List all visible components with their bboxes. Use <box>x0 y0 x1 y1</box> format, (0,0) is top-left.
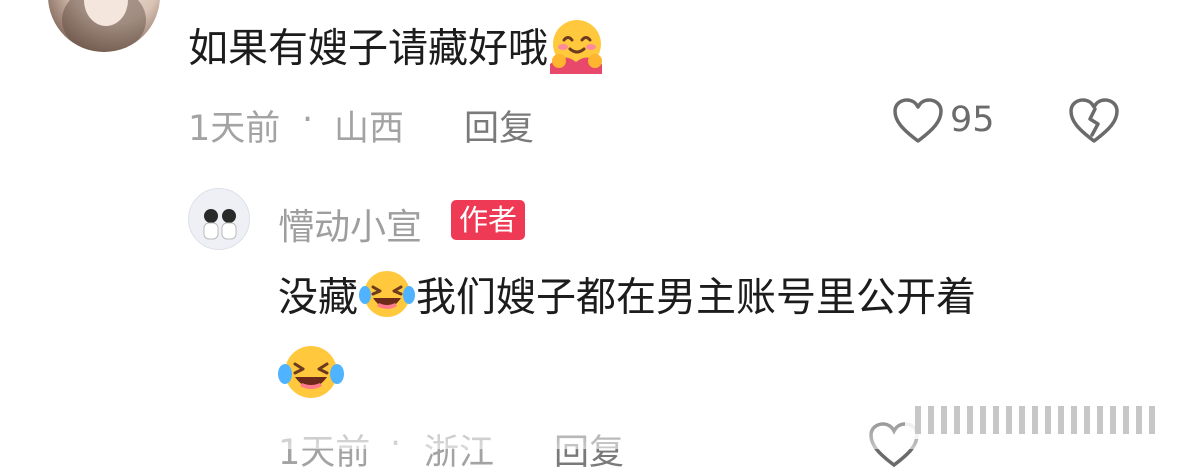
like-count: 95 <box>950 100 995 140</box>
dislike-broken-heart-icon[interactable] <box>1068 97 1120 149</box>
author-avatar[interactable] <box>188 188 250 250</box>
comment-location: 山西 <box>334 109 405 149</box>
watermark <box>905 401 1167 439</box>
author-username[interactable]: 懵动小宣 <box>278 198 422 250</box>
reply-button[interactable]: 回复 <box>464 100 534 151</box>
laughing-crying-emoji <box>276 343 346 405</box>
smiling-face-with-hands-emoji <box>548 16 606 85</box>
reply-location: 浙江 <box>424 433 495 473</box>
meta-separator: · <box>302 100 314 140</box>
comment-time: 1天前 <box>188 109 281 149</box>
reply-time: 1天前 <box>278 433 371 473</box>
comment-content: 如果有嫂子请藏好哦 <box>188 16 606 85</box>
like-heart-icon[interactable] <box>892 97 944 149</box>
comment-text: 如果有嫂子请藏好哦 <box>188 25 548 72</box>
reply-text-part1: 没藏 <box>278 274 358 321</box>
meta-separator: · <box>390 424 402 464</box>
commenter-avatar[interactable] <box>48 0 160 52</box>
reply-text-part2: 我们嫂子都在男主账号里公开着 <box>416 274 976 321</box>
reply-button[interactable]: 回复 <box>554 424 624 475</box>
reply-content: 没藏 我们嫂子都在男主账号里公开着 <box>278 268 976 331</box>
author-badge: 作者 <box>451 200 526 240</box>
laughing-crying-emoji <box>358 268 416 331</box>
